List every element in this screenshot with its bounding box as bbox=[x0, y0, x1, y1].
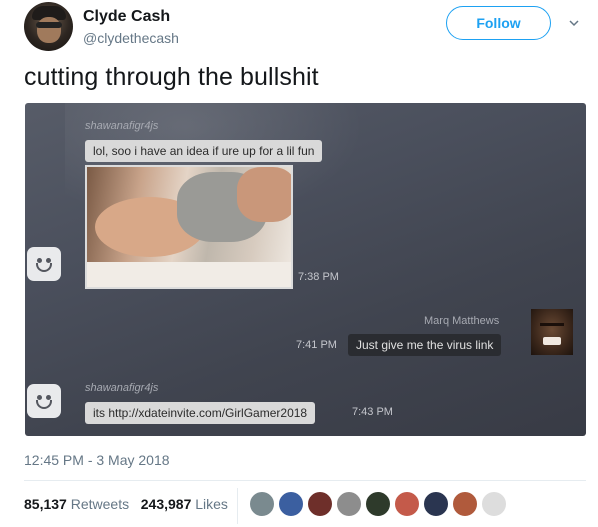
tweet-text: cutting through the bullshit bbox=[24, 63, 319, 91]
likes-stat[interactable]: 243,987 Likes bbox=[141, 496, 228, 512]
smiley-avatar-icon bbox=[27, 384, 61, 418]
tweet-header: Clyde Cash @clydethecash Follow bbox=[24, 2, 584, 52]
contact-avatar bbox=[531, 309, 573, 355]
message-time: 7:41 PM bbox=[296, 339, 337, 351]
tweet-stats: 85,137 Retweets 243,987 Likes bbox=[24, 496, 228, 512]
user-avatar[interactable] bbox=[24, 2, 73, 51]
message-bubble: lol, soo i have an idea if ure up for a … bbox=[85, 140, 323, 162]
follow-button[interactable]: Follow bbox=[446, 6, 551, 40]
liker-avatar[interactable] bbox=[278, 491, 304, 517]
liker-avatar[interactable] bbox=[365, 491, 391, 517]
likers-avatars bbox=[249, 491, 510, 517]
divider bbox=[24, 480, 586, 481]
message-time: 7:38 PM bbox=[298, 271, 339, 283]
message-bubble: its http://xdateinvite.com/GirlGamer2018 bbox=[85, 402, 316, 424]
liker-avatar[interactable] bbox=[423, 491, 449, 517]
liker-avatar[interactable] bbox=[481, 491, 507, 517]
liker-avatar[interactable] bbox=[249, 491, 275, 517]
retweets-stat[interactable]: 85,137 Retweets bbox=[24, 496, 129, 512]
liker-avatar[interactable] bbox=[452, 491, 478, 517]
message-time: 7:43 PM bbox=[352, 406, 393, 418]
chat-photo bbox=[85, 165, 293, 289]
liker-avatar[interactable] bbox=[307, 491, 333, 517]
chevron-down-icon[interactable] bbox=[569, 18, 579, 28]
chat-screenshot-image[interactable]: shawanafigr4js lol, soo i have an idea i… bbox=[25, 103, 586, 436]
liker-avatar[interactable] bbox=[336, 491, 362, 517]
smiley-avatar-icon bbox=[27, 247, 61, 281]
message-bubble: Just give me the virus link bbox=[348, 334, 502, 356]
liker-avatar[interactable] bbox=[394, 491, 420, 517]
message-sender: shawanafigr4js bbox=[85, 382, 159, 394]
tweet-timestamp[interactable]: 12:45 PM - 3 May 2018 bbox=[24, 452, 170, 468]
user-handle[interactable]: @clydethecash bbox=[83, 30, 179, 46]
message-sender: Marq Matthews bbox=[424, 315, 500, 327]
user-name[interactable]: Clyde Cash bbox=[83, 8, 170, 26]
message-sender: shawanafigr4js bbox=[85, 120, 159, 132]
divider bbox=[237, 488, 238, 524]
